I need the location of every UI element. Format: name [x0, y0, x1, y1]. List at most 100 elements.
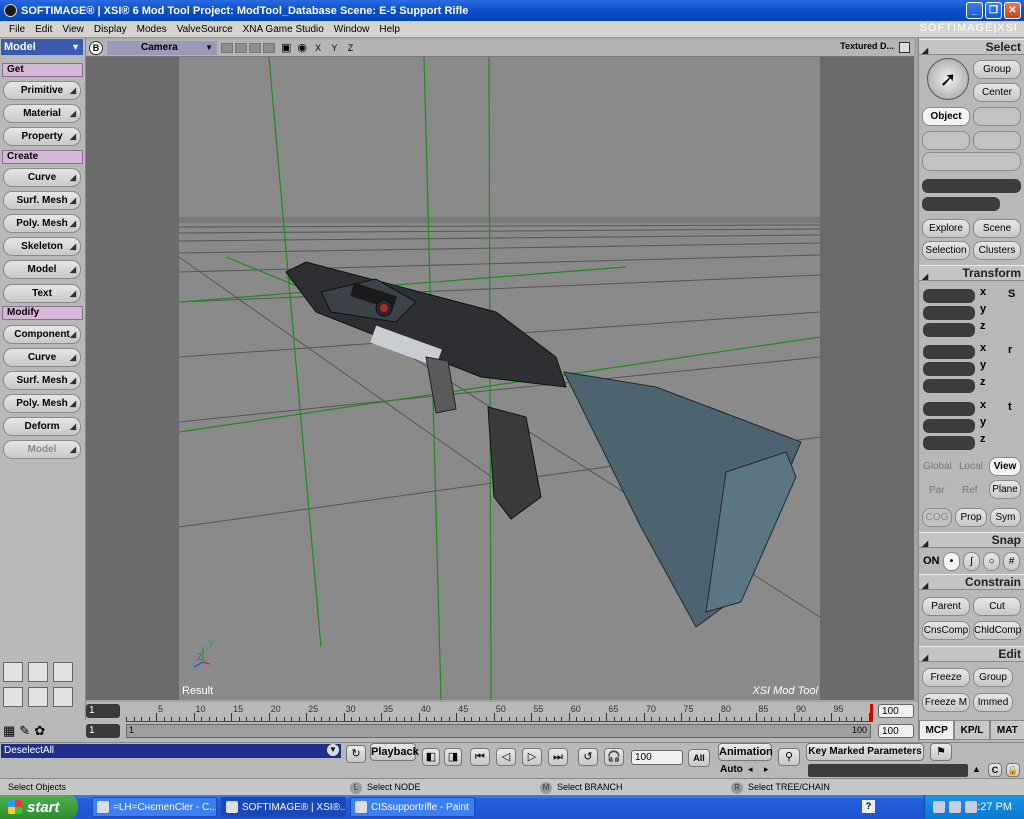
- view-toggle[interactable]: View: [989, 457, 1021, 476]
- snap-grid-icon[interactable]: #: [1003, 552, 1020, 571]
- edit-header[interactable]: ◢ Edit: [919, 646, 1024, 662]
- tray-arrow-icon[interactable]: [933, 801, 945, 813]
- create-curve-button[interactable]: Curve ◢: [3, 168, 81, 187]
- taskbar-item-softimage[interactable]: SOFTIMAGE® | XSI®...: [221, 797, 346, 817]
- plane-toggle[interactable]: Plane: [989, 480, 1021, 499]
- animation-menu-button[interactable]: Animation: [718, 743, 773, 761]
- tab-kpl[interactable]: KP/L: [954, 720, 990, 740]
- end-frame-field[interactable]: 100: [878, 704, 914, 718]
- selection-field-1[interactable]: [922, 179, 1021, 193]
- prop-toggle[interactable]: Prop: [955, 508, 987, 527]
- start-frame-field[interactable]: 1: [86, 704, 120, 718]
- camera-icon[interactable]: ▣: [281, 41, 291, 54]
- explore-button[interactable]: Explore: [922, 219, 970, 238]
- play-icon[interactable]: ▷: [522, 748, 542, 766]
- vp-tool-4[interactable]: [263, 42, 275, 53]
- freeze-m-button[interactable]: Freeze M: [922, 693, 970, 712]
- parent-button[interactable]: Parent: [922, 597, 970, 616]
- layout-single-icon[interactable]: [3, 662, 23, 682]
- chevron-down-icon[interactable]: ▼: [327, 744, 339, 756]
- edit-group-button[interactable]: Group: [973, 668, 1013, 687]
- time-range-slider[interactable]: 1 100: [126, 724, 871, 738]
- translate-x-field[interactable]: [923, 402, 975, 416]
- eye-icon[interactable]: ◉: [297, 41, 307, 54]
- select-arrow-tool[interactable]: ➚: [927, 58, 969, 100]
- script-editor-icon[interactable]: ↻: [346, 745, 366, 763]
- rotate-y-field[interactable]: [923, 362, 975, 376]
- layout-split-icon[interactable]: [28, 662, 48, 682]
- immed-button[interactable]: Immed: [973, 693, 1013, 712]
- snap-point-icon[interactable]: •: [943, 552, 960, 571]
- palette-icon[interactable]: ✿: [34, 723, 45, 739]
- select-object-button[interactable]: Object: [922, 107, 970, 126]
- step-back-icon[interactable]: ◁: [496, 748, 516, 766]
- start-button[interactable]: start: [0, 795, 78, 819]
- chldcomp-button[interactable]: ChldComp: [973, 621, 1021, 640]
- menu-xna[interactable]: XNA Game Studio: [238, 24, 329, 35]
- clear-marking-icon[interactable]: C: [988, 763, 1002, 777]
- section-get[interactable]: Get: [2, 63, 83, 77]
- select-empty-button-3[interactable]: [973, 131, 1021, 150]
- modify-poly-mesh-button[interactable]: Poly. Mesh ◢: [3, 394, 81, 413]
- tab-mcp[interactable]: MCP: [919, 720, 955, 740]
- key-marked-parameters-button[interactable]: Key Marked Parameters: [806, 743, 924, 761]
- scene-layers-icon[interactable]: ▦: [3, 723, 15, 739]
- layout-quad-icon[interactable]: [53, 662, 73, 682]
- rotate-button[interactable]: r: [1008, 344, 1012, 356]
- timeline-ruler[interactable]: 5 10 15 20 25 30 35 40 45 50 55 60 65 70 75 80 85 90 95: [126, 704, 871, 722]
- close-button[interactable]: ✕: [1004, 2, 1021, 19]
- audio-icon[interactable]: 🎧: [604, 748, 624, 766]
- cnscomp-button[interactable]: CnsComp: [922, 621, 970, 640]
- translate-z-field[interactable]: [923, 436, 975, 450]
- select-empty-button[interactable]: [973, 107, 1021, 126]
- menu-window[interactable]: Window: [329, 24, 375, 35]
- vp-tool-3[interactable]: [249, 42, 261, 53]
- select-empty-button-2[interactable]: [922, 131, 970, 150]
- marking-list-field[interactable]: [808, 764, 968, 777]
- transform-header[interactable]: ◢ Transform: [919, 265, 1024, 281]
- command-line-input[interactable]: DeselectAll ▼: [1, 744, 341, 758]
- 3d-viewport[interactable]: Y Z Result XSI Mod Tool: [86, 57, 914, 700]
- current-frame-field[interactable]: 100: [631, 750, 683, 765]
- freeze-button[interactable]: Freeze: [922, 668, 970, 687]
- selection-field-2[interactable]: [922, 197, 1000, 211]
- modify-deform-button[interactable]: Deform ◢: [3, 417, 81, 436]
- brush-icon[interactable]: ✎: [19, 723, 30, 739]
- range-start-field[interactable]: 1: [86, 724, 120, 738]
- snap-header[interactable]: ◢ Snap: [919, 532, 1024, 548]
- go-to-end-icon[interactable]: ⏭: [548, 748, 568, 766]
- viewport-letter[interactable]: B: [89, 40, 103, 55]
- material-button[interactable]: Material ◢: [3, 104, 81, 123]
- translate-y-field[interactable]: [923, 419, 975, 433]
- create-skeleton-button[interactable]: Skeleton ◢: [3, 237, 81, 256]
- snap-curve-icon[interactable]: ∫: [963, 552, 980, 571]
- range-end-field[interactable]: 100: [878, 724, 914, 738]
- menu-view[interactable]: View: [57, 24, 89, 35]
- snap-surface-icon[interactable]: ○: [983, 552, 1000, 571]
- local-toggle[interactable]: Local: [959, 461, 983, 472]
- section-create[interactable]: Create: [2, 150, 83, 164]
- rotate-z-field[interactable]: [923, 379, 975, 393]
- cut-button[interactable]: Cut: [973, 597, 1021, 616]
- playback-menu-button[interactable]: Playback: [370, 743, 419, 761]
- global-toggle[interactable]: Global: [923, 461, 952, 472]
- select-header[interactable]: ◢ Select: [919, 39, 1024, 55]
- axis-toggles[interactable]: X Y Z: [315, 43, 357, 53]
- snap-on-toggle[interactable]: ON: [923, 555, 940, 567]
- menu-file[interactable]: File: [4, 24, 30, 35]
- menu-edit[interactable]: Edit: [30, 24, 57, 35]
- tray-network-icon[interactable]: [949, 801, 961, 813]
- scale-button[interactable]: S: [1008, 288, 1015, 300]
- menu-help[interactable]: Help: [374, 24, 405, 35]
- lock-icon[interactable]: 🔒: [1006, 763, 1020, 777]
- layout-center-icon[interactable]: [28, 687, 48, 707]
- select-filter-dropdown[interactable]: [922, 152, 1021, 171]
- next-key-icon[interactable]: ▸: [764, 764, 769, 775]
- first-frame-icon[interactable]: ◧: [422, 748, 440, 766]
- create-model-button[interactable]: Model ◢: [3, 260, 81, 279]
- vp-tool-2[interactable]: [235, 42, 247, 53]
- prev-key-icon[interactable]: ◂: [748, 764, 753, 775]
- create-poly-mesh-button[interactable]: Poly. Mesh ◢: [3, 214, 81, 233]
- property-button[interactable]: Property ◢: [3, 127, 81, 146]
- clusters-button[interactable]: Clusters: [973, 241, 1021, 260]
